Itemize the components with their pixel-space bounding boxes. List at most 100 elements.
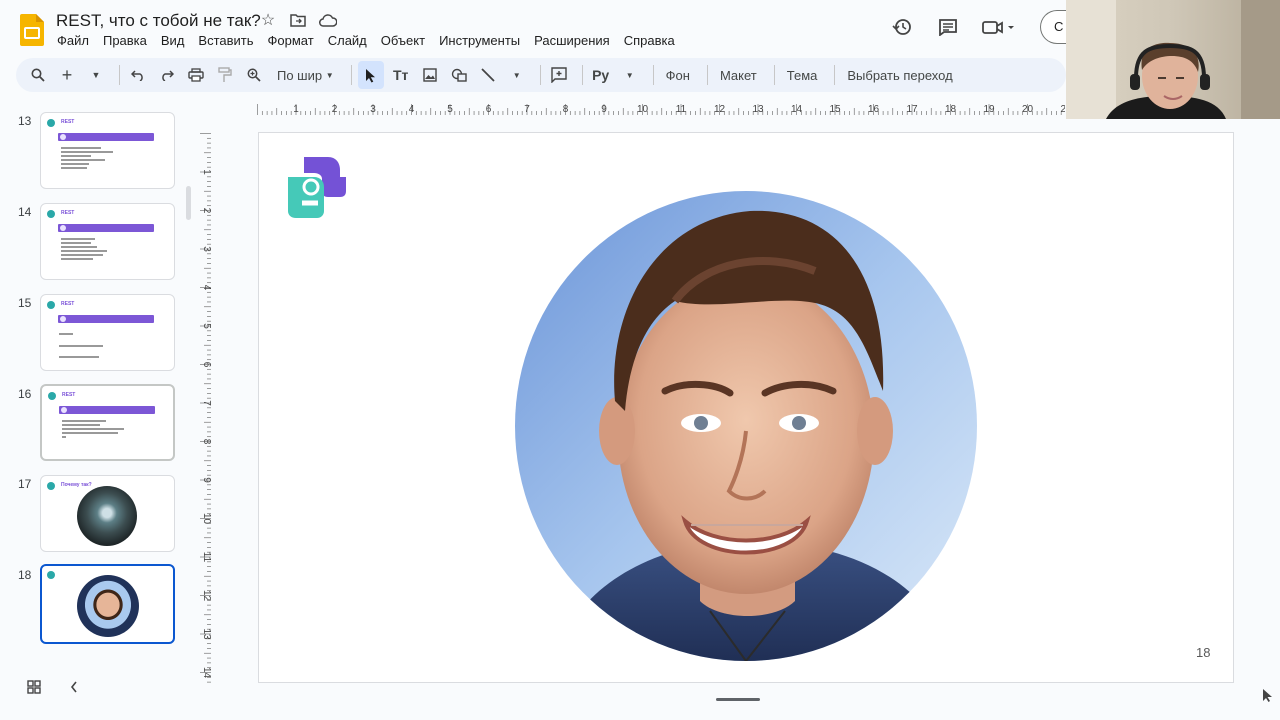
new-slide-icon[interactable]: +	[55, 61, 79, 89]
explore-icon[interactable]	[1262, 688, 1274, 705]
mini-logo	[48, 392, 56, 400]
toolbar-divider	[834, 65, 836, 85]
brand-logo[interactable]	[284, 157, 348, 219]
thumb-text-line	[61, 238, 95, 240]
menu-insert[interactable]: Вставить	[198, 32, 253, 49]
line-icon[interactable]	[476, 61, 500, 89]
menu-extensions[interactable]: Расширения	[534, 32, 610, 49]
thumb-text-line	[59, 345, 103, 347]
shape-icon[interactable]	[447, 61, 471, 89]
portrait-photo[interactable]	[515, 191, 977, 661]
menu-tools[interactable]: Инструменты	[439, 32, 520, 49]
ruler-label: 8	[563, 104, 569, 115]
zoom-icon[interactable]	[242, 61, 266, 89]
camera-icon[interactable]	[982, 16, 1016, 38]
slide-canvas[interactable]: 18	[258, 132, 1234, 683]
input-tools-icon[interactable]: Ру	[589, 61, 613, 89]
ruler-label: 15	[829, 104, 841, 115]
redo-icon[interactable]	[155, 61, 179, 89]
ruler-label: 6	[201, 362, 212, 368]
ruler-label: 16	[868, 104, 880, 115]
menu-object[interactable]: Объект	[381, 32, 425, 49]
ruler-label: 5	[201, 323, 212, 329]
menu-bar: Файл Правка Вид Вставить Формат Слайд Об…	[57, 32, 689, 49]
zoom-select[interactable]: По шир ▼	[271, 61, 340, 89]
slide-number: 16	[18, 387, 32, 401]
ruler-label: 8	[201, 439, 212, 445]
ruler-label: 18	[945, 104, 957, 115]
slide-thumbnail-14[interactable]: REST	[40, 203, 175, 280]
menu-file[interactable]: Файл	[57, 32, 89, 49]
mini-logo	[47, 119, 55, 127]
add-comment-icon[interactable]	[547, 61, 571, 89]
transition-button[interactable]: Выбрать переход	[841, 61, 958, 89]
ruler-label: 2	[201, 208, 212, 214]
webcam-feed	[1066, 0, 1280, 119]
menu-edit[interactable]: Правка	[103, 32, 147, 49]
slide-thumbnail-18[interactable]	[40, 564, 175, 644]
insert-image-icon[interactable]	[418, 61, 442, 89]
grid-view-icon[interactable]	[27, 680, 41, 697]
speaker-notes-drag-handle[interactable]	[716, 698, 760, 701]
slides-app-icon[interactable]	[20, 14, 44, 46]
move-to-folder-icon[interactable]	[288, 11, 308, 29]
mini-logo	[47, 210, 55, 218]
star-icon[interactable]: ☆	[258, 11, 278, 29]
portrait-illustration	[515, 191, 977, 661]
ruler-label: 17	[906, 104, 918, 115]
ruler-label: 4	[409, 104, 415, 115]
comments-icon[interactable]	[936, 16, 960, 38]
header-actions	[890, 16, 1016, 38]
slide-thumbnail-17[interactable]: Почему так?	[40, 475, 175, 552]
input-tools-dropdown-icon[interactable]: ▼	[618, 61, 642, 89]
thumb-text-line	[61, 167, 87, 169]
menu-slide[interactable]: Слайд	[328, 32, 367, 49]
history-icon[interactable]	[890, 16, 914, 38]
theme-button[interactable]: Тема	[781, 61, 824, 89]
menu-format[interactable]: Формат	[268, 32, 314, 49]
ruler-label: 2	[332, 104, 338, 115]
thumb-heading: REST	[61, 210, 75, 216]
thumb-text-line	[61, 159, 105, 161]
slide-thumbnail-15[interactable]: REST	[40, 294, 175, 371]
slide-number: 13	[18, 114, 32, 128]
thumb-text-line	[62, 432, 118, 434]
print-icon[interactable]	[184, 61, 208, 89]
select-tool-icon[interactable]	[357, 61, 384, 89]
document-title[interactable]: REST, что с тобой не так?	[56, 11, 261, 31]
thumb-text-line	[62, 420, 106, 422]
ruler-label: 7	[201, 400, 212, 406]
ruler-label: 20	[1022, 104, 1034, 115]
thumb-text-line	[61, 250, 107, 252]
background-button[interactable]: Фон	[660, 61, 696, 89]
ruler-label: 21	[1060, 104, 1065, 115]
slide-thumbnail-13[interactable]: REST	[40, 112, 175, 189]
toolbar-divider	[350, 65, 352, 85]
search-menus-icon[interactable]	[26, 61, 50, 89]
ruler-label: 9	[201, 477, 212, 483]
toolbar-divider	[539, 65, 541, 85]
ruler-label: 13	[752, 104, 764, 115]
thumb-text-line	[61, 254, 103, 256]
slide-filmstrip: 13 REST 14 REST 15 REST 16 REST 17 Почем…	[0, 100, 200, 660]
ruler-label: 3	[370, 104, 376, 115]
undo-icon[interactable]	[126, 61, 150, 89]
thumb-heading: REST	[61, 119, 75, 125]
collapse-filmstrip-icon[interactable]	[69, 680, 79, 697]
line-dropdown-icon[interactable]: ▼	[505, 61, 529, 89]
filmstrip-scrollbar[interactable]	[186, 186, 191, 220]
ruler-label: 7	[524, 104, 530, 115]
ruler-label: 14	[791, 104, 803, 115]
text-box-icon[interactable]: Tт	[389, 61, 413, 89]
ruler-label: 1	[201, 169, 212, 175]
ruler-label: 12	[201, 590, 212, 602]
cloud-saved-icon[interactable]	[318, 11, 338, 29]
ruler-label: 10	[201, 513, 212, 525]
thumb-text-line	[61, 242, 91, 244]
menu-view[interactable]: Вид	[161, 32, 185, 49]
slide-thumbnail-16[interactable]: REST	[40, 384, 175, 461]
menu-help[interactable]: Справка	[624, 32, 675, 49]
paint-format-icon[interactable]	[213, 61, 237, 89]
new-slide-dropdown-icon[interactable]: ▼	[84, 61, 108, 89]
layout-button[interactable]: Макет	[714, 61, 763, 89]
